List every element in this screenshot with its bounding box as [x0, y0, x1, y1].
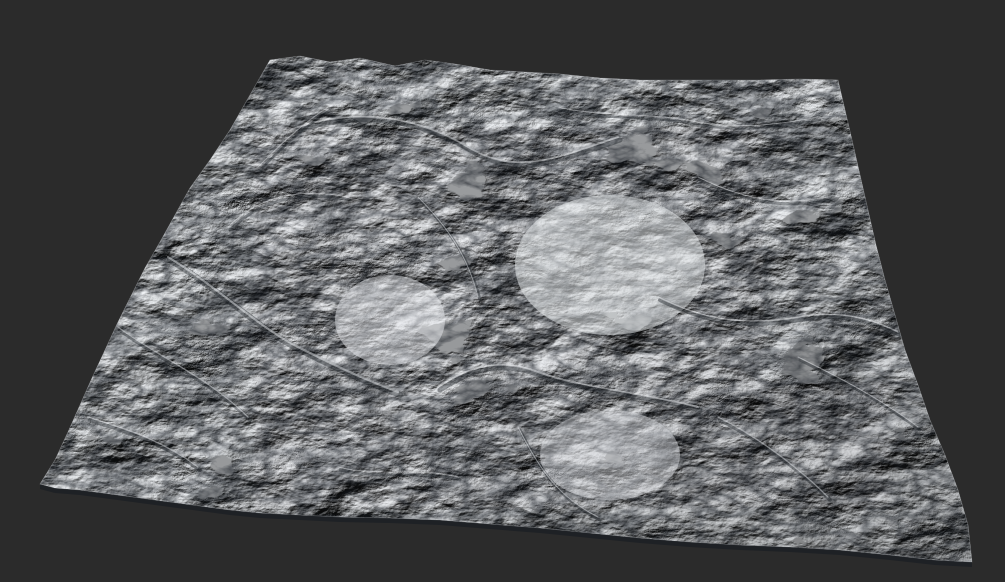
terrain-surface — [40, 56, 972, 562]
viewport-3d[interactable] — [0, 0, 1005, 582]
terrain-render[interactable] — [0, 0, 1005, 582]
